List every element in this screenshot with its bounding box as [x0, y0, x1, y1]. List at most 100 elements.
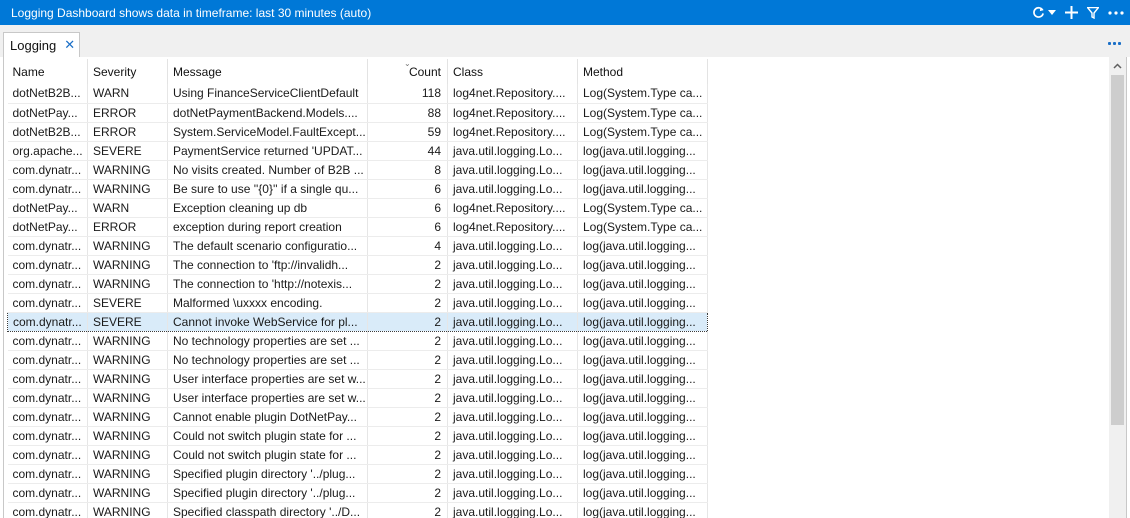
cell-method: Log(System.Type ca...: [577, 217, 708, 237]
table-row[interactable]: com.dynatr... WARNING No technology proper…: [7, 350, 708, 370]
column-header-count[interactable]: ⌄ Count: [367, 59, 448, 84]
more-icon: [1108, 10, 1124, 15]
table-row[interactable]: com.dynatr... WARNING Specified classpath …: [7, 502, 708, 518]
tab-logging[interactable]: Logging ✕: [3, 32, 80, 57]
cell-name: com.dynatr...: [7, 445, 88, 465]
cell-severity: SEVERE: [87, 141, 168, 161]
table-row[interactable]: dotNetB2B... ERROR System.ServiceModel.Fau…: [7, 122, 708, 142]
cell-message: No visits created. Number of B2B ...: [167, 160, 368, 180]
table-row[interactable]: org.apache... SEVERE PaymentService return…: [7, 141, 708, 161]
column-header-severity[interactable]: Severity: [87, 59, 168, 84]
table-row[interactable]: com.dynatr... WARNING The default scenario…: [7, 236, 708, 256]
refresh-dropdown-button[interactable]: [1048, 0, 1056, 25]
table-row[interactable]: com.dynatr... WARNING Could not switch plu…: [7, 445, 708, 465]
table-row[interactable]: com.dynatr... WARNING Could not switch plu…: [7, 426, 708, 446]
cell-count: 2: [367, 483, 448, 503]
close-icon[interactable]: ✕: [64, 37, 75, 53]
cell-count: 6: [367, 198, 448, 218]
cell-class: java.util.logging.Lo...: [447, 255, 578, 275]
table-row[interactable]: com.dynatr... WARNING User interface prope…: [7, 369, 708, 389]
cell-message: Could not switch plugin state for ...: [167, 426, 368, 446]
cell-message: User interface properties are set w...: [167, 369, 368, 389]
cell-message: The connection to 'http://notexis...: [167, 274, 368, 294]
cell-name: com.dynatr...: [7, 160, 88, 180]
cell-name: dotNetB2B...: [7, 122, 88, 142]
cell-name: com.dynatr...: [7, 483, 88, 503]
cell-class: java.util.logging.Lo...: [447, 141, 578, 161]
cell-method: Log(System.Type ca...: [577, 122, 708, 142]
dashboard-titlebar: Logging Dashboard shows data in timefram…: [0, 0, 1130, 25]
table-row[interactable]: dotNetPay... ERROR exception during report…: [7, 217, 708, 237]
cell-count: 4: [367, 236, 448, 256]
tab-more-icon[interactable]: [1108, 39, 1122, 47]
column-header-name[interactable]: Name: [7, 59, 88, 84]
cell-name: org.apache...: [7, 141, 88, 161]
column-header-count-label: Count: [408, 64, 441, 79]
scroll-up-button[interactable]: [1109, 57, 1126, 74]
table-row[interactable]: com.dynatr... WARNING Cannot enable plugin…: [7, 407, 708, 427]
logging-table: Name Severity Message ⌄ Count Class Meth…: [7, 59, 708, 518]
cell-count: 8: [367, 160, 448, 180]
table-row[interactable]: dotNetPay... WARN Exception cleaning up db…: [7, 198, 708, 218]
column-header-class[interactable]: Class: [447, 59, 578, 84]
column-header-message[interactable]: Message: [167, 59, 368, 84]
cell-name: dotNetPay...: [7, 198, 88, 218]
table-row[interactable]: com.dynatr... WARNING The connection to 'h…: [7, 274, 708, 294]
cell-class: java.util.logging.Lo...: [447, 407, 578, 427]
tab-logging-label: Logging: [10, 37, 57, 53]
cell-message: The connection to 'ftp://invalidh...: [167, 255, 368, 275]
cell-message: System.ServiceModel.FaultExcept...: [167, 122, 368, 142]
cell-name: com.dynatr...: [7, 236, 88, 256]
add-button[interactable]: [1065, 0, 1078, 25]
table-row[interactable]: com.dynatr... WARNING No technology proper…: [7, 331, 708, 351]
table-row[interactable]: com.dynatr... WARNING User interface prope…: [7, 388, 708, 408]
cell-message: No technology properties are set ...: [167, 350, 368, 370]
cell-method: log(java.util.logging...: [577, 331, 708, 351]
cell-count: 2: [367, 350, 448, 370]
cell-method: log(java.util.logging...: [577, 445, 708, 465]
table-row[interactable]: dotNetPay... ERROR dotNetPaymentBackend.Mo…: [7, 103, 708, 123]
filter-button[interactable]: [1087, 0, 1099, 25]
cell-count: 2: [367, 502, 448, 518]
cell-method: log(java.util.logging...: [577, 388, 708, 408]
cell-method: log(java.util.logging...: [577, 236, 708, 256]
cell-message: exception during report creation: [167, 217, 368, 237]
cell-severity: WARNING: [87, 464, 168, 484]
cell-message: Could not switch plugin state for ...: [167, 445, 368, 465]
cell-severity: WARNING: [87, 407, 168, 427]
cell-name: com.dynatr...: [7, 331, 88, 351]
cell-severity: WARN: [87, 84, 168, 104]
cell-severity: WARNING: [87, 388, 168, 408]
vertical-scrollbar[interactable]: [1109, 57, 1126, 518]
cell-class: java.util.logging.Lo...: [447, 464, 578, 484]
table-row[interactable]: com.dynatr... WARNING No visits created. N…: [7, 160, 708, 180]
table-row[interactable]: com.dynatr... WARNING The connection to 'f…: [7, 255, 708, 275]
cell-severity: WARNING: [87, 483, 168, 503]
more-button[interactable]: [1108, 0, 1124, 25]
cell-method: log(java.util.logging...: [577, 255, 708, 275]
table-row[interactable]: com.dynatr... WARNING Specified plugin dir…: [7, 483, 708, 503]
filter-icon: [1087, 6, 1099, 19]
column-header-method[interactable]: Method: [577, 59, 708, 84]
cell-message: PaymentService returned 'UPDAT...: [167, 141, 368, 161]
table-row[interactable]: com.dynatr... WARNING Be sure to use ''{0}…: [7, 179, 708, 199]
cell-severity: WARNING: [87, 445, 168, 465]
cell-class: log4net.Repository....: [447, 84, 578, 104]
cell-count: 2: [367, 407, 448, 427]
cell-method: log(java.util.logging...: [577, 350, 708, 370]
cell-name: com.dynatr...: [7, 255, 88, 275]
table-row[interactable]: com.dynatr... SEVERE Malformed \uxxxx enco…: [7, 293, 708, 313]
cell-method: log(java.util.logging...: [577, 369, 708, 389]
cell-severity: WARN: [87, 198, 168, 218]
refresh-button[interactable]: [1032, 0, 1045, 25]
cell-class: java.util.logging.Lo...: [447, 369, 578, 389]
table-row[interactable]: com.dynatr... SEVERE Cannot invoke WebServ…: [7, 311, 708, 332]
cell-severity: WARNING: [87, 369, 168, 389]
table-row[interactable]: dotNetB2B... WARN Using FinanceServiceClie…: [7, 84, 708, 104]
cell-message: Malformed \uxxxx encoding.: [167, 293, 368, 313]
cell-class: java.util.logging.Lo...: [447, 274, 578, 294]
cell-method: Log(System.Type ca...: [577, 103, 708, 123]
table-row[interactable]: com.dynatr... WARNING Specified plugin dir…: [7, 464, 708, 484]
scrollbar-thumb[interactable]: [1111, 75, 1124, 425]
cell-method: log(java.util.logging...: [577, 160, 708, 180]
